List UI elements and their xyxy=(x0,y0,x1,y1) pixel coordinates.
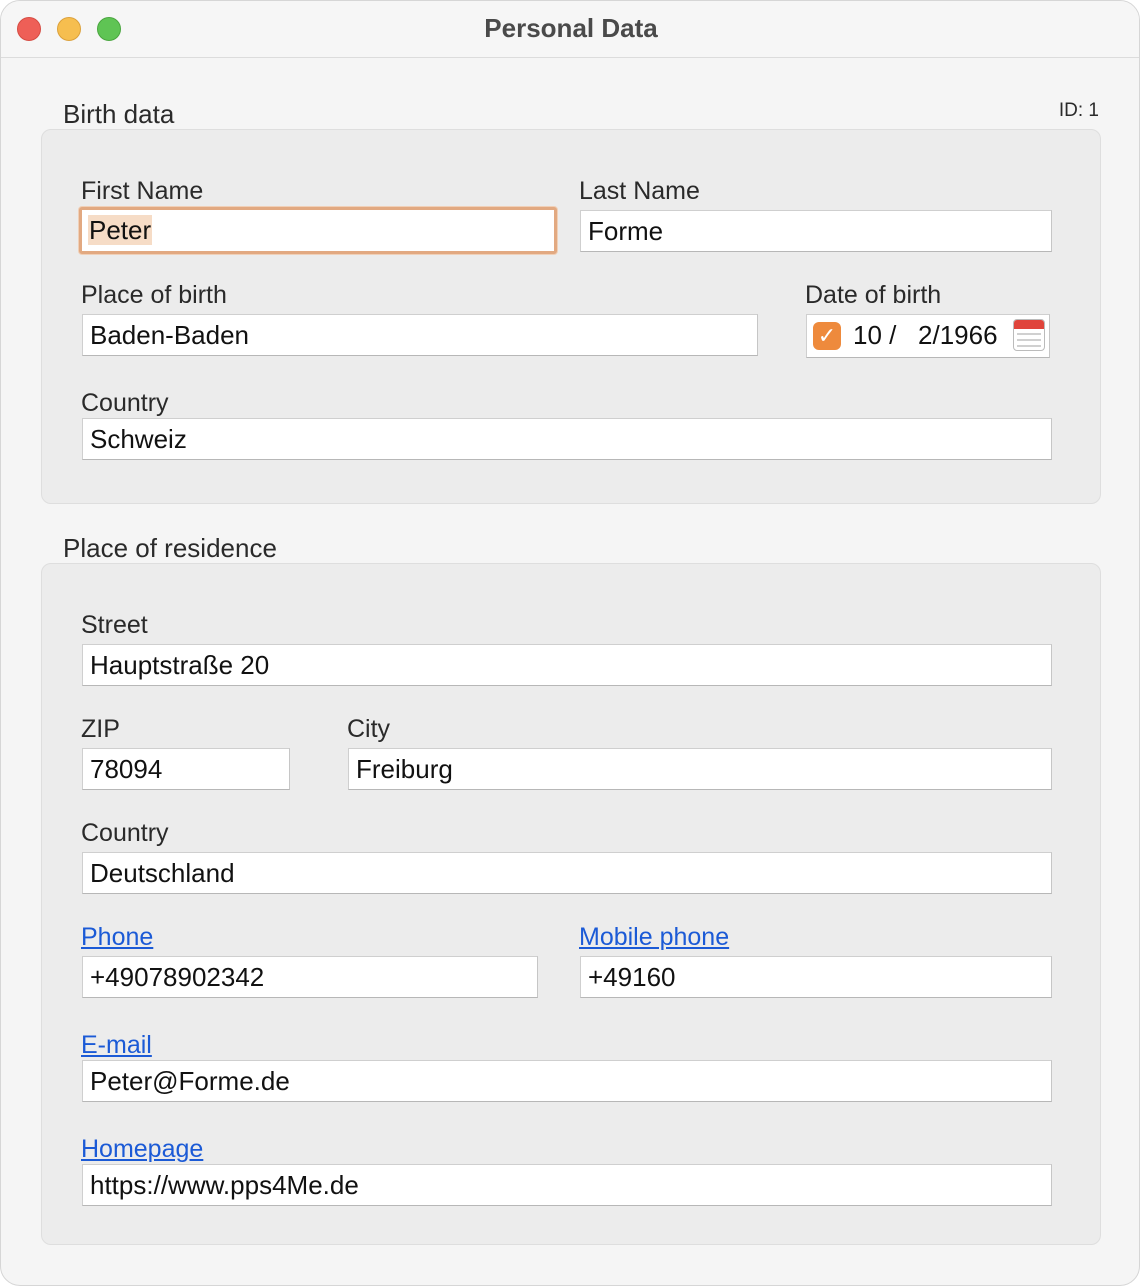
first-name-label: First Name xyxy=(81,177,204,205)
zip-field[interactable]: 78094 xyxy=(82,748,290,790)
last-name-field[interactable]: Forme xyxy=(580,210,1052,252)
birth-country-field[interactable]: Schweiz xyxy=(82,418,1052,460)
personal-data-window: Personal Data Birth data ID: 1 First Nam… xyxy=(0,0,1140,1286)
place-of-birth-field[interactable]: Baden-Baden xyxy=(82,314,758,356)
place-of-birth-label: Place of birth xyxy=(81,281,227,309)
birth-country-label: Country xyxy=(81,389,169,417)
mobile-phone-link[interactable]: Mobile phone xyxy=(579,923,729,952)
calendar-icon[interactable] xyxy=(1013,319,1045,351)
phone-link[interactable]: Phone xyxy=(81,923,153,952)
email-field[interactable]: Peter@Forme.de xyxy=(82,1060,1052,1102)
street-label: Street xyxy=(81,611,148,639)
homepage-link[interactable]: Homepage xyxy=(81,1135,203,1164)
last-name-label: Last Name xyxy=(579,177,700,205)
zip-label: ZIP xyxy=(81,715,120,743)
mobile-phone-field[interactable]: +49160 xyxy=(580,956,1052,998)
residence-country-label: Country xyxy=(81,819,169,847)
birth-data-group-title: Birth data xyxy=(63,99,175,129)
first-name-field[interactable]: Peter xyxy=(79,207,557,254)
date-of-birth-picker[interactable]: ✓ 10 / 2/1966 xyxy=(806,314,1050,358)
first-name-value: Peter xyxy=(88,215,153,245)
residence-country-field[interactable]: Deutschland xyxy=(82,852,1052,894)
email-link[interactable]: E-mail xyxy=(81,1031,152,1060)
record-id-label: ID: 1 xyxy=(1058,100,1099,121)
phone-field[interactable]: +49078902342 xyxy=(82,956,538,998)
homepage-field[interactable]: https://www.pps4Me.de xyxy=(82,1164,1052,1206)
residence-group-title: Place of residence xyxy=(63,533,277,563)
city-field[interactable]: Freiburg xyxy=(348,748,1052,790)
city-label: City xyxy=(347,715,391,743)
date-of-birth-value[interactable]: 10 / 2/1966 xyxy=(853,315,998,355)
title-bar[interactable]: Personal Data xyxy=(1,1,1139,58)
window-title: Personal Data xyxy=(484,13,658,43)
date-enabled-checkbox[interactable]: ✓ xyxy=(813,322,841,350)
street-field[interactable]: Hauptstraße 20 xyxy=(82,644,1052,686)
date-of-birth-label: Date of birth xyxy=(805,281,942,309)
